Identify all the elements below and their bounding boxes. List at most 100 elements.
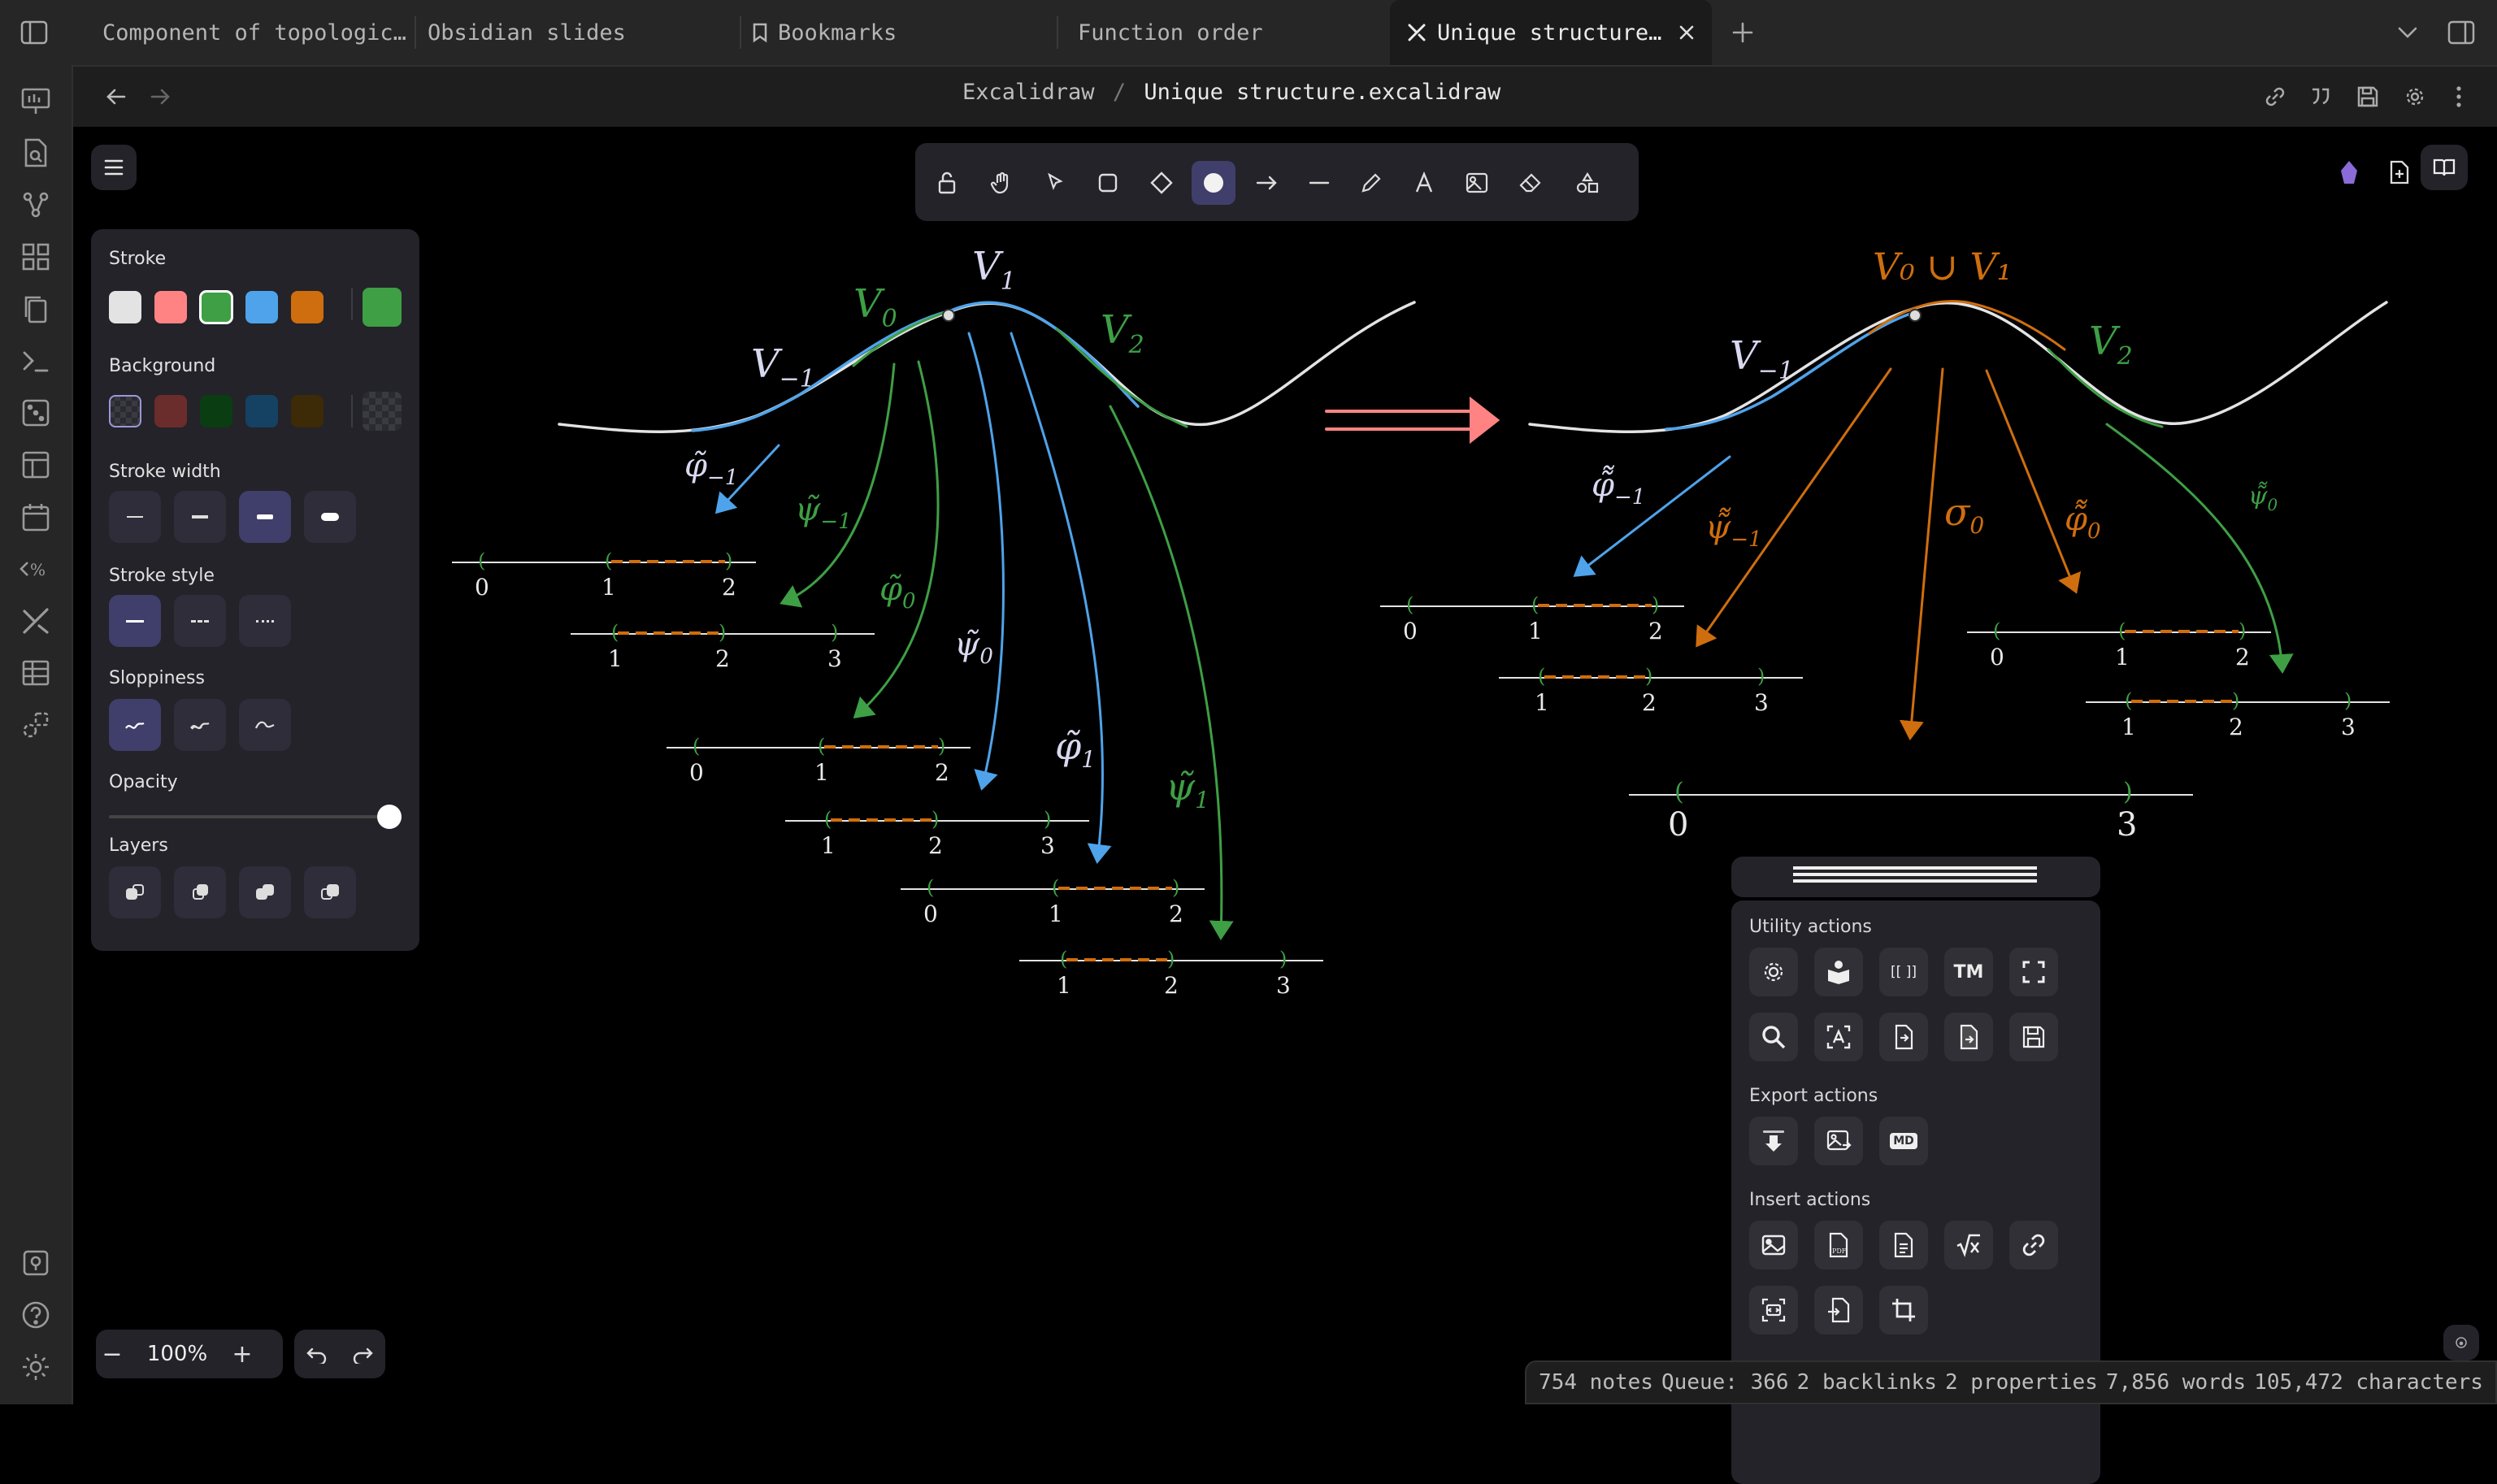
sidebar-toggle-icon[interactable] [18, 18, 50, 47]
tick-label: 1 [2115, 644, 2130, 670]
excalidraw-canvas[interactable]: Stroke Background Stroke width Stroke st… [73, 127, 2497, 1484]
slides-icon[interactable] [16, 81, 55, 120]
tick-label: 0 [689, 759, 704, 786]
number-line-7[interactable]: (0(1)2 [1380, 593, 1684, 644]
tab-function-order[interactable]: Function order [1065, 0, 1387, 65]
close-tab-icon[interactable] [1678, 24, 1696, 41]
action-panel-handle[interactable] [1731, 857, 2100, 897]
insert-pdf-button[interactable]: PDF [1814, 1221, 1863, 1269]
tm-button[interactable]: TM [1944, 948, 1993, 996]
number-line-1[interactable]: (0(1)2 [452, 549, 756, 601]
layout-icon[interactable] [16, 445, 55, 484]
help-icon[interactable] [16, 1295, 55, 1334]
insert-image-button[interactable] [1749, 1221, 1798, 1269]
file-export-icon [1960, 1024, 1978, 1050]
number-line-6[interactable]: (1)2)3 [1019, 948, 1323, 999]
number-line-11[interactable]: (0)3 [1629, 778, 2193, 844]
settings-gear-icon[interactable] [16, 1347, 55, 1386]
library-button[interactable] [1814, 948, 1863, 996]
tick-label: 0 [1403, 618, 1418, 644]
number-line-3[interactable]: (0(1)2 [667, 735, 971, 786]
insert-document-button[interactable] [1879, 1221, 1928, 1269]
md-label: MD [1890, 1133, 1917, 1149]
insert-file-button[interactable] [1814, 1286, 1863, 1334]
excalidraw-ribbon-icon[interactable] [16, 601, 55, 640]
status-properties[interactable]: 2 properties [1945, 1370, 2098, 1395]
link-shape-icon[interactable] [16, 705, 55, 744]
insert-embed-button[interactable] [1749, 1286, 1798, 1334]
tick-label: 0 [923, 900, 938, 927]
copy-icon[interactable] [16, 289, 55, 328]
vault-switch-icon[interactable] [16, 1243, 55, 1282]
label-right-phi-minus1: φ̃̃−1 [1592, 466, 1645, 510]
obsidian-tools-gear-icon[interactable] [2399, 81, 2430, 112]
crop-button[interactable] [1879, 1286, 1928, 1334]
number-line-4[interactable]: (1)2)3 [785, 808, 1089, 859]
export-image-button[interactable] [1814, 1117, 1863, 1165]
back-arrow-icon[interactable] [101, 81, 132, 112]
interval-bracket: ) [2232, 689, 2239, 712]
tab-obsidian-slides[interactable]: Obsidian slides [423, 0, 736, 65]
status-backlinks[interactable]: 2 backlinks [1797, 1370, 1937, 1395]
calendar-icon[interactable] [16, 497, 55, 536]
tick-label: 1 [1049, 900, 1063, 927]
grid-icon[interactable] [16, 237, 55, 276]
search-button[interactable] [1749, 1013, 1798, 1061]
more-options-icon[interactable] [2443, 81, 2474, 112]
ocr-button[interactable] [1814, 1013, 1863, 1061]
right-sidebar-toggle-icon[interactable] [2445, 18, 2477, 47]
arrow-psi0 [967, 332, 1005, 791]
number-line-9[interactable]: (0(1)2 [1967, 619, 2271, 670]
graph-icon[interactable] [16, 185, 55, 224]
export-download-button[interactable] [1749, 1117, 1798, 1165]
handle-line [1793, 873, 2037, 876]
terminal-icon[interactable] [16, 341, 55, 380]
link-icon[interactable] [2260, 81, 2291, 112]
number-line-5[interactable]: (0(1)2 [901, 876, 1205, 927]
export-markdown-button[interactable]: MD [1879, 1117, 1928, 1165]
transform-arrow [1325, 396, 1500, 445]
label-v0: V0 [853, 281, 897, 333]
obsidian-tools-button[interactable] [1749, 948, 1798, 996]
interval-bracket: ) [938, 735, 945, 757]
fullscreen-button[interactable] [2009, 948, 2058, 996]
number-line-2[interactable]: (1)2)3 [571, 621, 875, 672]
interval-bracket: ) [1645, 665, 1652, 688]
tick-label: 3 [2341, 714, 2356, 740]
link-brackets-button[interactable]: [[ ]] [1879, 948, 1928, 996]
breadcrumb-folder[interactable]: Excalidraw [962, 80, 1095, 105]
tab-bookmarks[interactable]: Bookmarks [752, 0, 1053, 65]
tab-list-chevron-icon[interactable] [2393, 18, 2422, 47]
dice-icon[interactable] [16, 393, 55, 432]
file-import-icon [1895, 1024, 1913, 1050]
quote-icon[interactable] [2305, 81, 2336, 112]
save-icon[interactable] [2352, 81, 2383, 112]
save-drawing-button[interactable] [2009, 1013, 2058, 1061]
forward-arrow-icon[interactable] [145, 81, 176, 112]
table-icon[interactable] [16, 653, 55, 692]
status-queue[interactable]: Queue: 366 [1661, 1370, 1789, 1395]
tick-label: 2 [1169, 900, 1183, 927]
label-sigma0: σ0 [1944, 490, 1984, 539]
drawing-scene[interactable]: V−1 V0 V1 V2 φ̃−1 ψ̃−1 φ̃0 ψ̃0 φ̃1 ψ̃1 V… [73, 127, 2497, 1404]
templater-icon[interactable]: % [16, 549, 55, 588]
number-line-8[interactable]: (1)2)3 [1499, 665, 1803, 716]
interval-bracket: ( [693, 735, 700, 757]
left-curve[interactable] [558, 301, 1416, 433]
help-dot-button[interactable] [2443, 1325, 2479, 1360]
file-search-icon[interactable] [16, 133, 55, 172]
new-tab-icon[interactable] [1728, 18, 1757, 47]
number-line-10[interactable]: (1)2)3 [2086, 689, 2390, 740]
insert-link-button[interactable] [2009, 1221, 2058, 1269]
interval-bracket: ) [831, 621, 838, 644]
tab-component-of-topologic[interactable]: Component of topologic… [81, 0, 428, 65]
insert-latex-button[interactable] [1944, 1221, 1993, 1269]
tick-label: 2 [722, 574, 736, 601]
right-curve[interactable] [1528, 300, 2388, 433]
svg-text:%: % [30, 560, 46, 579]
tab-unique-structure[interactable]: Unique structure… [1390, 0, 1712, 65]
tick-label: 1 [1528, 618, 1543, 644]
export-file-button[interactable] [1944, 1013, 1993, 1061]
import-file-button[interactable] [1879, 1013, 1928, 1061]
breadcrumb-file[interactable]: Unique structure.excalidraw [1144, 80, 1500, 105]
